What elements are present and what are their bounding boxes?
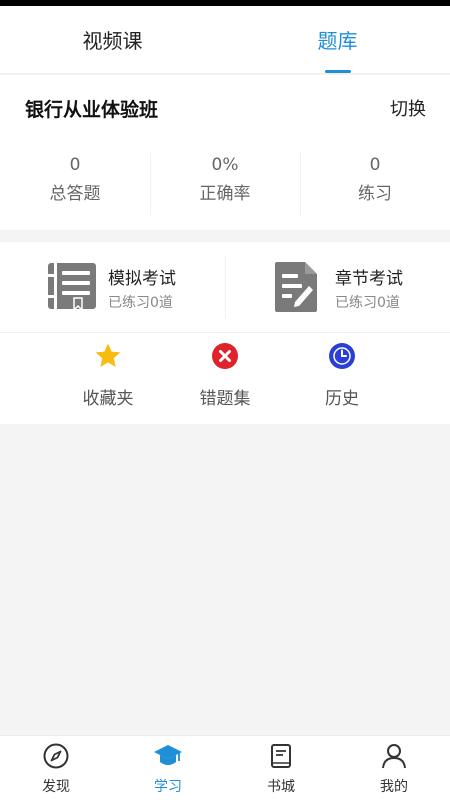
- stat-label: 正确率: [199, 184, 251, 204]
- exam-modes-panel: 模拟考试 已练习0道 章节考试 已练习0道 收藏夹 错题集 历史: [0, 242, 450, 424]
- course-card: 银行从业体验班 切换 0 总答题 0% 正确率 0 练习: [0, 75, 450, 230]
- stat-label: 总答题: [49, 184, 101, 204]
- compass-icon: [43, 743, 69, 769]
- chapter-exam-button[interactable]: 章节考试 已练习0道: [225, 242, 450, 332]
- mode-progress: 已练习0道: [108, 295, 173, 311]
- error-x-icon: [211, 342, 239, 370]
- tab-video-course[interactable]: 视频课: [0, 6, 225, 72]
- stat-practice: 0 练习: [300, 153, 450, 217]
- stat-value: 0%: [211, 155, 239, 175]
- bottom-navigation: 发现 学习 书城 我的: [0, 735, 450, 800]
- stat-value: 0: [69, 155, 81, 175]
- mode-title: 章节考试: [335, 269, 403, 289]
- divider: [0, 332, 450, 333]
- book-shelf-icon: [271, 744, 291, 768]
- stat-accuracy: 0% 正确率: [150, 153, 300, 217]
- book-icon: [46, 260, 98, 316]
- graduation-cap-icon: [154, 745, 182, 765]
- nav-label: 学习: [154, 779, 182, 795]
- quick-label: 收藏夹: [82, 389, 134, 409]
- clock-icon: [328, 342, 356, 370]
- switch-course-button[interactable]: 切换: [390, 95, 426, 121]
- mode-progress: 已练习0道: [335, 295, 400, 311]
- course-title: 银行从业体验班: [25, 99, 159, 121]
- tab-question-bank[interactable]: 题库: [225, 6, 450, 72]
- nav-bookstore[interactable]: 书城: [225, 736, 337, 800]
- stat-value: 0: [369, 155, 381, 175]
- user-icon: [382, 744, 406, 769]
- history-button[interactable]: 历史: [287, 342, 397, 412]
- stat-total-answered: 0 总答题: [0, 153, 150, 217]
- nav-label: 发现: [42, 779, 70, 795]
- favorites-button[interactable]: 收藏夹: [53, 342, 163, 412]
- active-tab-indicator: [325, 70, 351, 73]
- nav-discover[interactable]: 发现: [0, 736, 112, 800]
- mode-title: 模拟考试: [108, 269, 176, 289]
- quick-label: 历史: [325, 389, 359, 409]
- nav-profile[interactable]: 我的: [338, 736, 450, 800]
- mock-exam-button[interactable]: 模拟考试 已练习0道: [0, 242, 225, 332]
- document-edit-icon: [273, 260, 319, 318]
- stat-label: 练习: [358, 184, 392, 204]
- nav-label: 我的: [380, 779, 408, 795]
- nav-label: 书城: [267, 779, 295, 795]
- wrong-questions-button[interactable]: 错题集: [170, 342, 280, 412]
- star-icon: [94, 342, 122, 370]
- nav-study[interactable]: 学习: [112, 736, 224, 800]
- quick-label: 错题集: [199, 389, 251, 409]
- top-tabs: 视频课 题库: [0, 6, 450, 74]
